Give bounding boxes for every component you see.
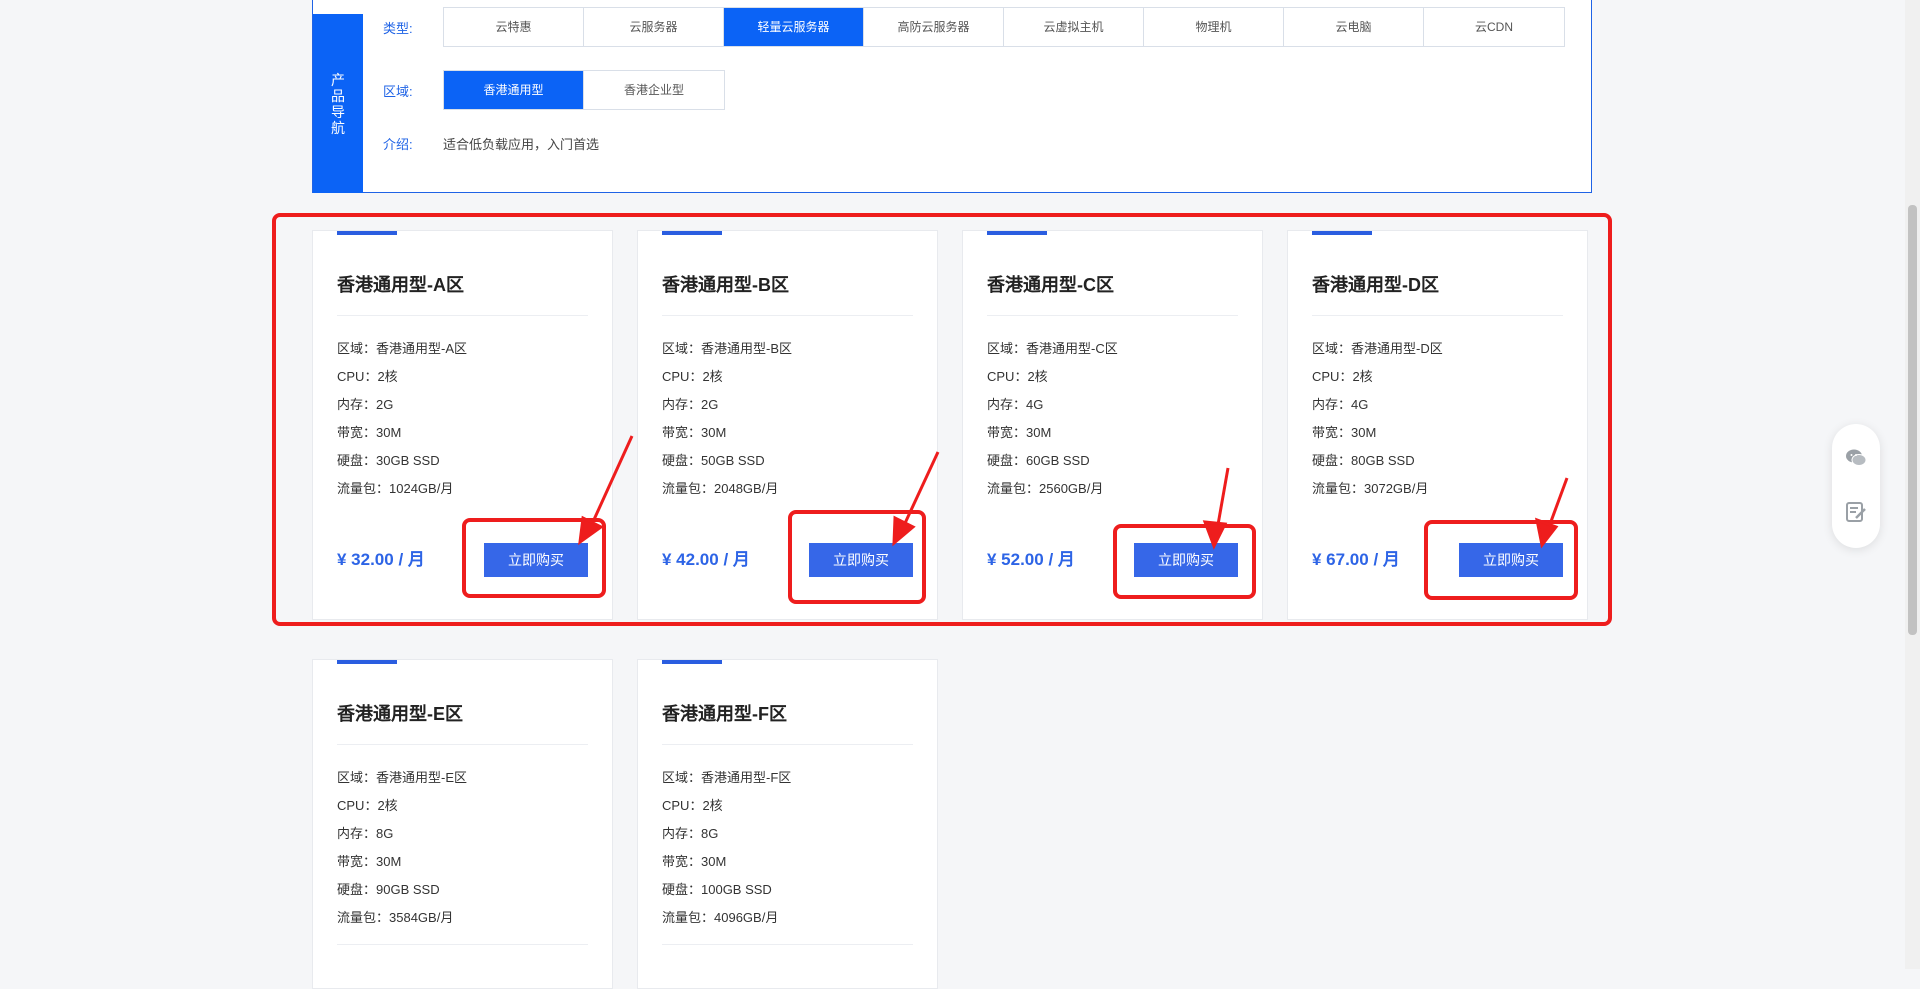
arrow-head-icon bbox=[892, 515, 916, 547]
floating-toolbar bbox=[1832, 424, 1880, 548]
scrollbar-thumb[interactable] bbox=[1908, 205, 1917, 635]
annotation-arrows bbox=[578, 435, 1569, 550]
edit-note-icon[interactable] bbox=[1844, 500, 1868, 524]
arrow-icon bbox=[585, 435, 634, 536]
arrow-head-icon bbox=[1202, 520, 1228, 550]
arrow-head-icon bbox=[578, 515, 604, 546]
wechat-icon[interactable] bbox=[1844, 446, 1868, 470]
page-scrollbar[interactable] bbox=[1905, 0, 1920, 969]
arrow-head-icon bbox=[1535, 517, 1559, 549]
